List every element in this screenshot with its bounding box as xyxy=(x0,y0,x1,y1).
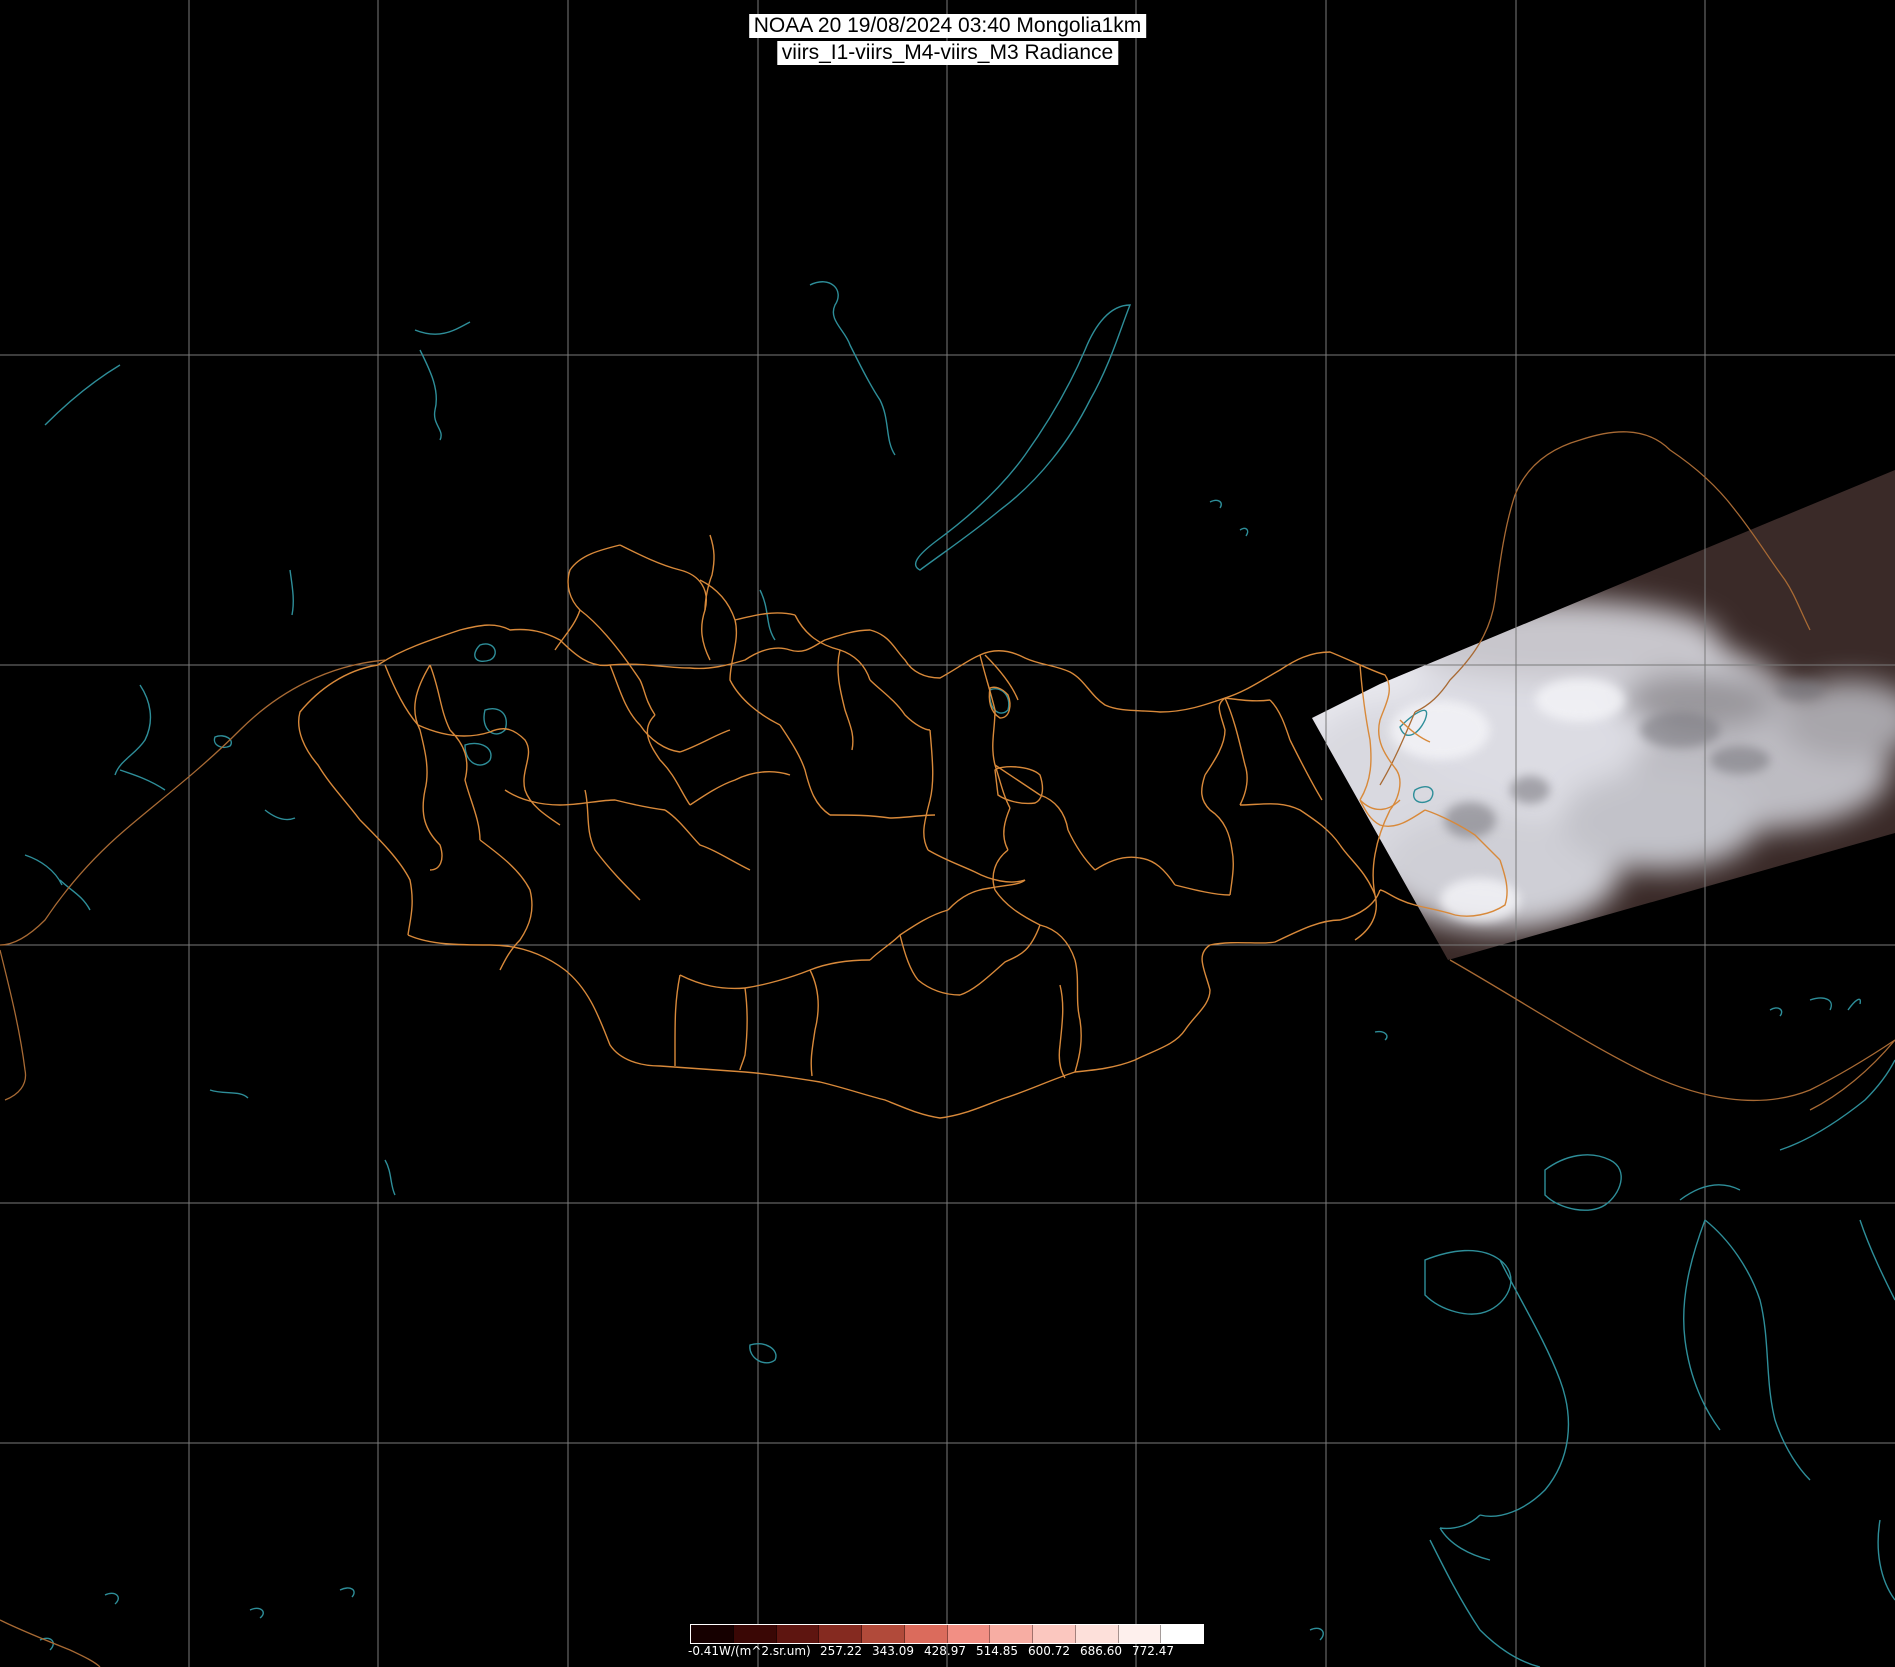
color-scale-segment xyxy=(990,1625,1033,1643)
color-scale-segment xyxy=(1161,1625,1203,1643)
color-scale-segment xyxy=(733,1625,777,1643)
color-scale-segment xyxy=(776,1625,820,1643)
color-scale-segment xyxy=(691,1625,734,1643)
color-scale-tick-label: 600.72 xyxy=(1028,1644,1070,1658)
map-title-line-2: viirs_I1-viirs_M4-viirs_M3 Radiance xyxy=(776,41,1119,65)
color-scale-segment xyxy=(1118,1625,1162,1643)
color-scale-segment xyxy=(819,1625,862,1643)
color-scale-segment xyxy=(947,1625,991,1643)
color-scale-segment xyxy=(904,1625,948,1643)
color-scale-tick-label: 343.09 xyxy=(872,1644,914,1658)
color-scale-segment xyxy=(862,1625,905,1643)
satellite-map xyxy=(0,0,1895,1667)
color-scale-tick-label: 257.22 xyxy=(820,1644,862,1658)
color-scale-segment xyxy=(1075,1625,1119,1643)
color-scale-tick-label: 772.47 xyxy=(1132,1644,1174,1658)
color-scale-tick-label: 514.85 xyxy=(976,1644,1018,1658)
color-scale-tick-label: 686.60 xyxy=(1080,1644,1122,1658)
color-scale-segment xyxy=(1033,1625,1076,1643)
map-title-line-1: NOAA 20 19/08/2024 03:40 Mongolia1km xyxy=(748,14,1147,38)
color-scale-tick-label: 428.97 xyxy=(924,1644,966,1658)
color-scale-bar xyxy=(690,1624,1204,1644)
color-scale-min-label: -0.41W/(m^2.sr.um) xyxy=(688,1644,811,1658)
